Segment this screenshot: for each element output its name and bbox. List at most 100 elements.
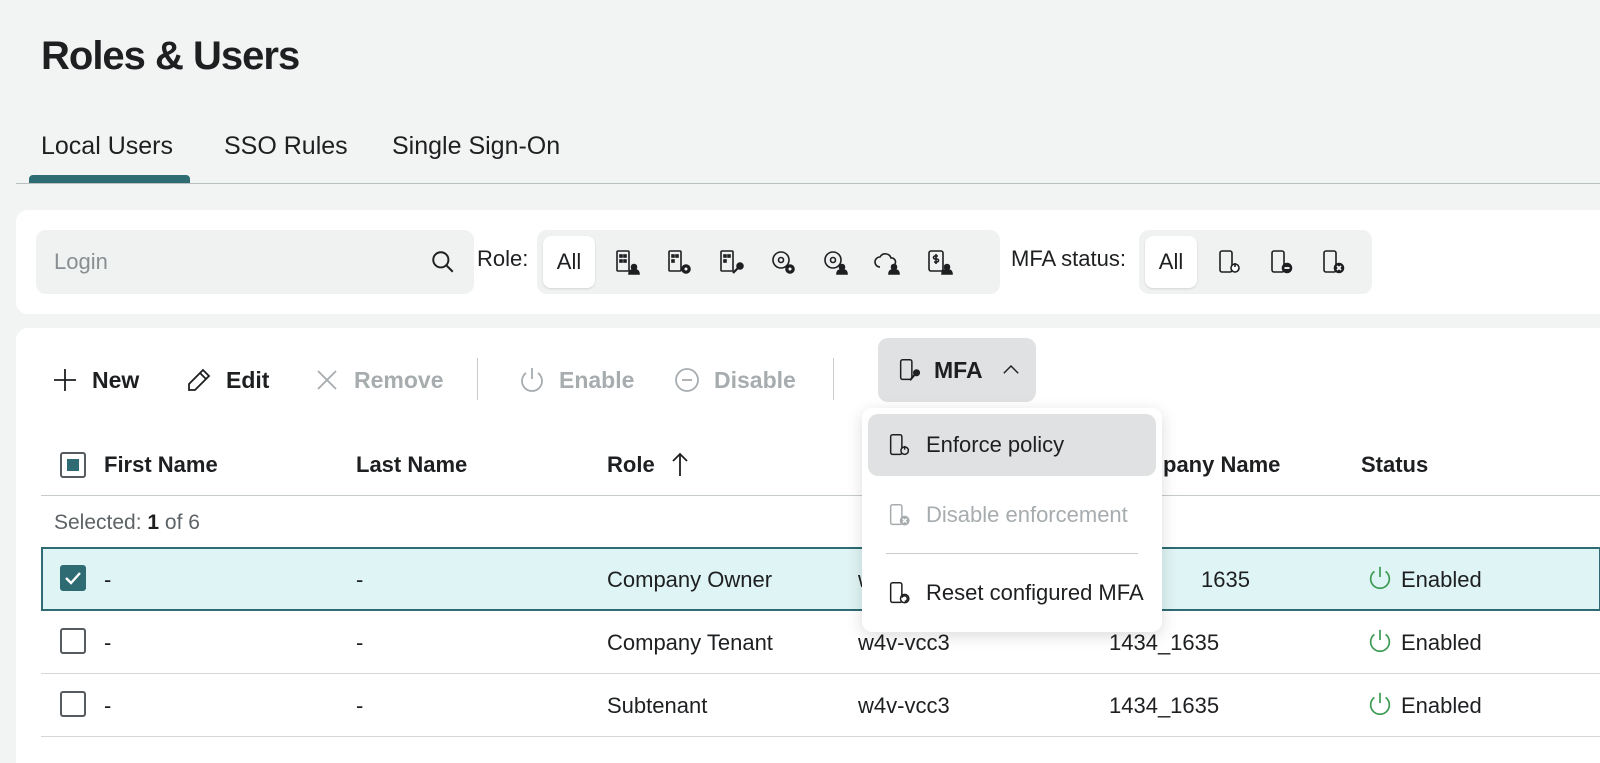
table-row[interactable]: - - Subtenant w4v-vcc3 1434_1635 Enabled [41, 673, 1600, 737]
role-company-key-button[interactable] [705, 236, 757, 288]
menu-item-enforce-policy[interactable]: Enforce policy [868, 414, 1156, 476]
menu-divider [886, 553, 1138, 554]
menu-item-reset-mfa[interactable]: Reset configured MFA [868, 562, 1156, 624]
selection-count: 1 [147, 511, 160, 534]
select-all-checkbox[interactable] [60, 452, 86, 478]
building-gear-icon [668, 250, 691, 274]
column-header-last-name[interactable]: Last Name [356, 452, 467, 478]
cell-last-name: - [356, 567, 364, 592]
cell-status: Enabled [1401, 567, 1482, 592]
disable-button[interactable]: Disable [672, 350, 796, 410]
selection-suffix: of 6 [159, 511, 200, 534]
cell-first-name: - [104, 567, 112, 592]
column-header-company-name[interactable]: pany Name [1163, 452, 1280, 478]
menu-item-label: Reset configured MFA [926, 580, 1144, 605]
selection-prefix: Selected: [54, 511, 148, 534]
new-button-label: New [92, 366, 140, 393]
cell-last-name: - [356, 693, 364, 718]
table-header: First Name Last Name Role pany Name Stat… [41, 434, 1600, 496]
menu-item-disable-enforcement[interactable]: Disable enforcement [868, 484, 1156, 546]
page-title: Roles & Users [41, 34, 300, 78]
phone-key-icon [899, 358, 921, 381]
table-row[interactable]: - - Company Owner w 1635 Enabled [41, 547, 1600, 611]
cell-company: 1635 [1201, 567, 1250, 592]
cell-site: w4v-vcc3 [858, 693, 950, 718]
pencil-icon [188, 368, 211, 391]
cell-first-name: - [104, 693, 112, 718]
column-header-first-name[interactable]: First Name [104, 452, 218, 478]
disable-button-label: Disable [714, 366, 796, 393]
mfa-menu-button[interactable]: MFA [878, 338, 1036, 402]
remove-button-label: Remove [354, 366, 444, 393]
row-checkbox[interactable] [60, 628, 86, 654]
role-location-user-button[interactable] [809, 236, 861, 288]
column-header-role[interactable]: Role [607, 452, 655, 478]
edit-button[interactable]: Edit [184, 350, 269, 410]
cell-company: 1434_1635 [1109, 693, 1220, 718]
tab-single-sign-on[interactable]: Single Sign-On [392, 132, 560, 161]
row-checkbox[interactable] [60, 565, 86, 591]
mfa-all-button[interactable]: All [1145, 236, 1197, 288]
plus-icon [54, 369, 76, 391]
search-icon[interactable] [430, 249, 456, 275]
mfa-enforced-button[interactable] [1203, 236, 1255, 288]
role-filter-label: Role: [477, 246, 529, 271]
cell-first-name: - [104, 630, 112, 655]
cell-role: Company Owner [607, 567, 773, 592]
phone-power-icon [889, 433, 910, 456]
enable-button[interactable]: Enable [517, 350, 634, 410]
phone-x-icon [889, 503, 910, 526]
location-gear-icon [772, 251, 795, 274]
role-company-admin-button[interactable] [653, 236, 705, 288]
role-billing-user-button[interactable] [913, 236, 965, 288]
role-all-button[interactable]: All [543, 236, 595, 288]
phone-minus-icon [1271, 250, 1293, 274]
power-icon [1369, 692, 1391, 716]
location-user-icon [824, 251, 848, 275]
tab-local-users[interactable]: Local Users [41, 132, 173, 161]
role-location-admin-button[interactable] [757, 236, 809, 288]
remove-button[interactable]: Remove [312, 350, 443, 410]
cell-role: Company Tenant [607, 630, 773, 655]
column-header-status[interactable]: Status [1361, 452, 1428, 478]
checkmark-icon [65, 572, 81, 585]
building-key-icon [720, 250, 744, 274]
edit-button-label: Edit [226, 366, 270, 393]
filter-panel: Role: All MFA status: All [16, 210, 1600, 314]
cell-last-name: - [356, 630, 364, 655]
cell-role: Subtenant [607, 693, 708, 718]
new-button[interactable]: New [50, 350, 139, 410]
active-tab-indicator [29, 175, 190, 183]
menu-item-label: Disable enforcement [926, 502, 1128, 527]
phone-reset-icon [889, 581, 910, 604]
cloud-user-icon [874, 253, 900, 275]
phone-x-icon [1323, 250, 1345, 274]
billing-user-icon [928, 250, 953, 275]
mfa-not-configured-button[interactable] [1255, 236, 1307, 288]
row-checkbox[interactable] [60, 691, 86, 717]
mfa-button-label: MFA [934, 356, 983, 383]
selection-summary: Selected: 1 of 6 [41, 496, 1600, 548]
mfa-dropdown-menu: Enforce policy Disable enforcement Reset… [862, 408, 1162, 632]
menu-item-label: Enforce policy [926, 432, 1065, 457]
cell-status: Enabled [1401, 630, 1482, 655]
tab-sso-rules[interactable]: SSO Rules [224, 132, 348, 161]
role-company-owner-button[interactable] [601, 236, 653, 288]
search-box [36, 230, 474, 294]
role-cloud-user-button[interactable] [861, 236, 913, 288]
mfa-status-filter-label: MFA status: [1011, 246, 1126, 271]
cell-company: 1434_1635 [1109, 630, 1220, 655]
enable-button-label: Enable [559, 366, 635, 393]
cell-site: w4v-vcc3 [858, 630, 950, 655]
mfa-disabled-button[interactable] [1307, 236, 1359, 288]
building-user-icon [616, 250, 640, 275]
mfa-status-filter-group: All [1139, 230, 1372, 294]
login-search-input[interactable] [54, 230, 414, 294]
role-filter-group: All [537, 230, 1000, 294]
toolbar-divider [833, 358, 834, 400]
sort-ascending-icon[interactable] [669, 450, 691, 478]
power-icon [521, 368, 543, 392]
table-row[interactable]: - - Company Tenant w4v-vcc3 1434_1635 En… [41, 610, 1600, 674]
cell-status: Enabled [1401, 693, 1482, 718]
minus-circle-icon [675, 368, 699, 392]
